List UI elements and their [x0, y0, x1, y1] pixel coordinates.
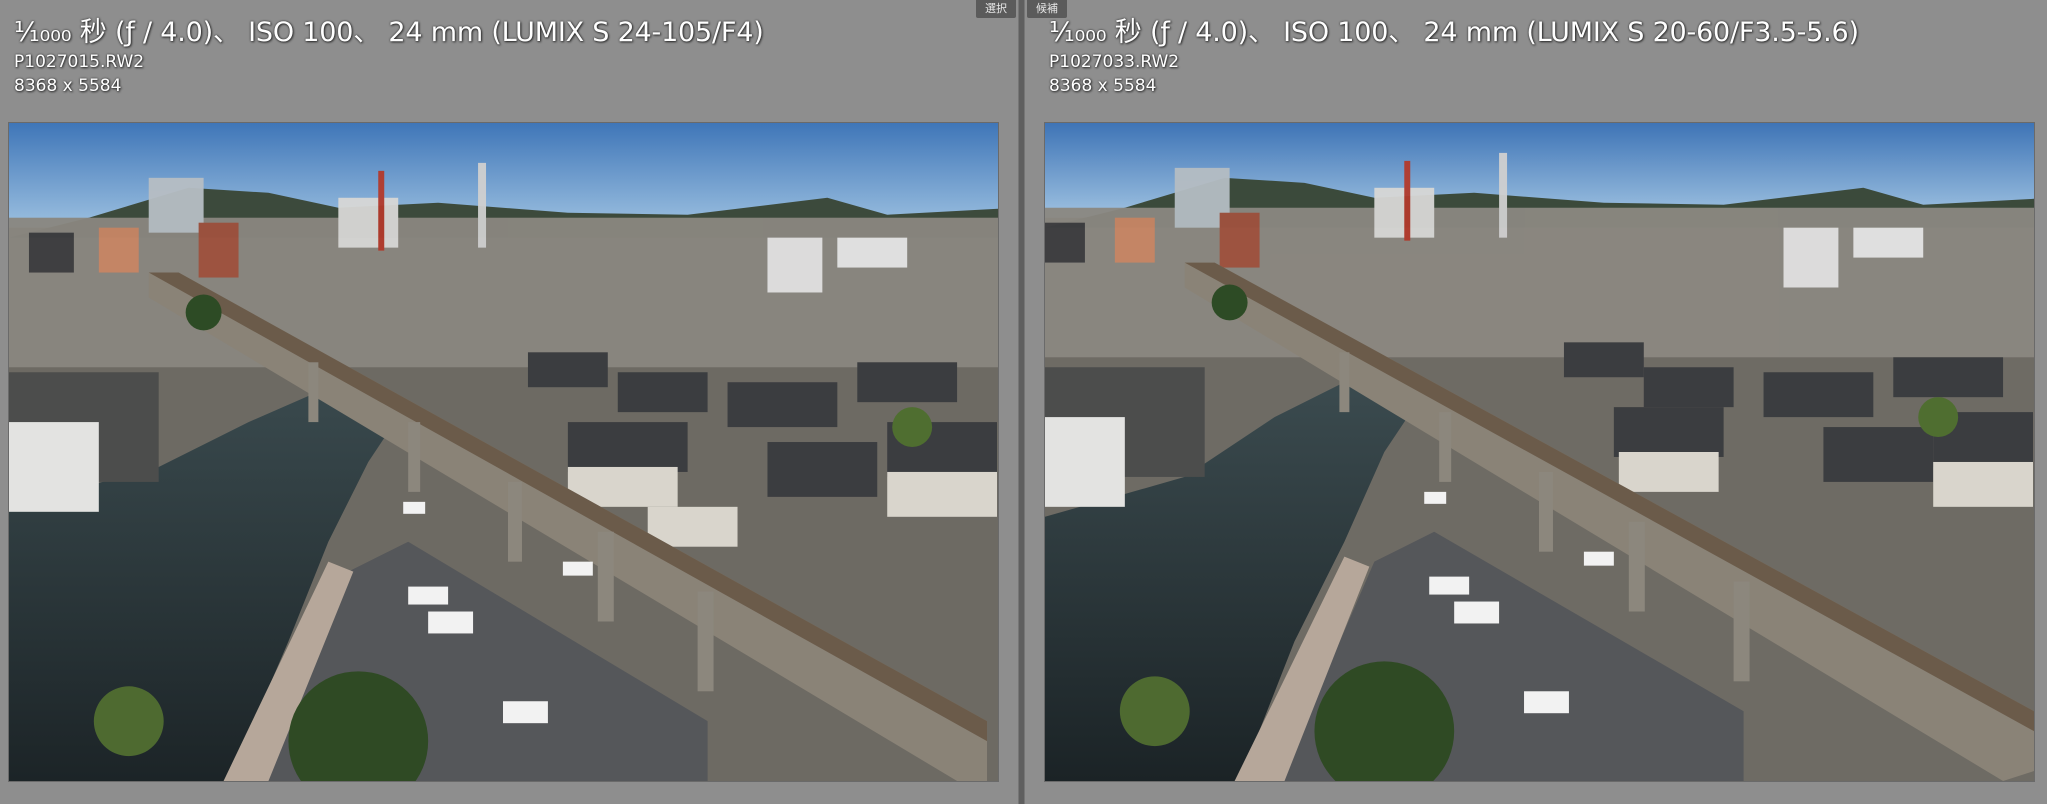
select-photo[interactable] [8, 122, 999, 782]
candidate-photo-image [1045, 123, 2034, 781]
candidate-dimensions: 8368 x 5584 [1049, 76, 1157, 96]
candidate-photo[interactable] [1044, 122, 2035, 782]
candidate-exif-line: ¹⁄₁₀₀₀ 秒 (ƒ / 4.0)、 ISO 100、 24 mm (LUMI… [1049, 17, 1859, 48]
pane-divider[interactable] [1018, 0, 1025, 804]
select-tag: 選択 [976, 0, 1016, 18]
candidate-pane[interactable]: 候補 ¹⁄₁₀₀₀ 秒 (ƒ / 4.0)、 ISO 100、 24 mm (L… [1025, 0, 2047, 804]
candidate-filename: P1027033.RW2 [1049, 52, 1180, 72]
select-info-overlay: ¹⁄₁₀₀₀ 秒 (ƒ / 4.0)、 ISO 100、 24 mm (LUMI… [14, 16, 764, 98]
select-exif-line: ¹⁄₁₀₀₀ 秒 (ƒ / 4.0)、 ISO 100、 24 mm (LUMI… [14, 17, 764, 48]
candidate-info-overlay: ¹⁄₁₀₀₀ 秒 (ƒ / 4.0)、 ISO 100、 24 mm (LUMI… [1049, 16, 1859, 98]
select-filename: P1027015.RW2 [14, 52, 145, 72]
select-photo-image [9, 123, 998, 781]
select-pane[interactable]: 選択 ¹⁄₁₀₀₀ 秒 (ƒ / 4.0)、 ISO 100、 24 mm (L… [0, 0, 1018, 804]
compare-view: 選択 ¹⁄₁₀₀₀ 秒 (ƒ / 4.0)、 ISO 100、 24 mm (L… [0, 0, 2047, 804]
select-dimensions: 8368 x 5584 [14, 76, 122, 96]
